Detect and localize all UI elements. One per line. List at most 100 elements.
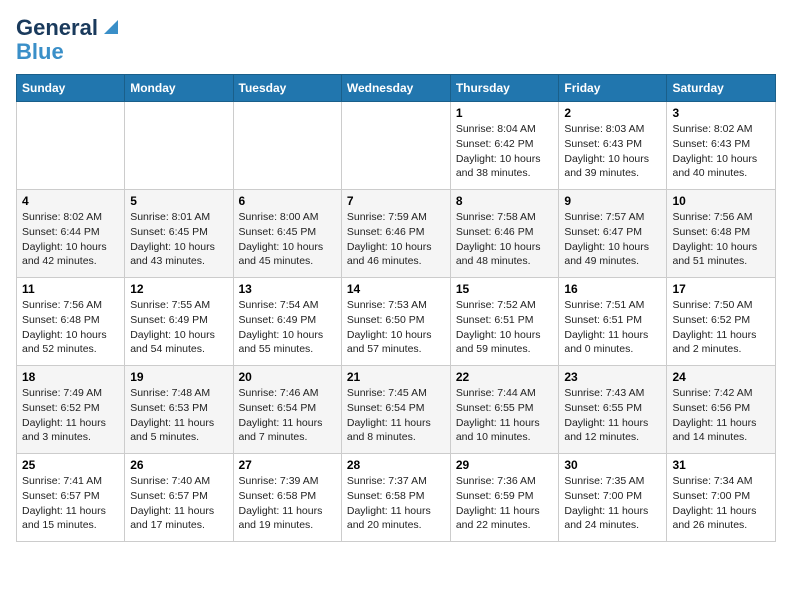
day-info: Sunrise: 7:42 AM Sunset: 6:56 PM Dayligh… [672, 386, 770, 445]
day-cell: 15Sunrise: 7:52 AM Sunset: 6:51 PM Dayli… [450, 278, 559, 366]
day-cell: 16 Sunrise: 7:51 AM Sunset: 6:51 PM Dayli… [559, 278, 667, 366]
day-cell: 19 Sunrise: 7:48 AM Sunset: 6:53 PM Dayli… [125, 366, 233, 454]
day-info: Sunrise: 7:45 AM Sunset: 6:54 PM Dayligh… [347, 386, 445, 445]
logo-text-general: General [16, 16, 98, 40]
day-number: 9 [564, 194, 661, 208]
day-cell [17, 102, 125, 190]
day-cell: 28 Sunrise: 7:37 AM Sunset: 6:58 PM Dayli… [341, 454, 450, 542]
day-info: Sunrise: 7:36 AM Sunset: 6:59 PM Dayligh… [456, 474, 554, 533]
day-cell: 17 Sunrise: 7:50 AM Sunset: 6:52 PM Dayli… [667, 278, 776, 366]
day-number: 18 [22, 370, 119, 384]
day-cell: 6 Sunrise: 8:00 AM Sunset: 6:45 PM Daylig… [233, 190, 341, 278]
day-info: Sunrise: 7:52 AM Sunset: 6:51 PM Dayligh… [456, 298, 554, 357]
day-cell: 13 Sunrise: 7:54 AM Sunset: 6:49 PM Dayli… [233, 278, 341, 366]
day-info: Sunrise: 7:39 AM Sunset: 6:58 PM Dayligh… [239, 474, 336, 533]
day-cell: 23 Sunrise: 7:43 AM Sunset: 6:55 PM Dayli… [559, 366, 667, 454]
day-cell [125, 102, 233, 190]
day-cell: 26 Sunrise: 7:40 AM Sunset: 6:57 PM Dayli… [125, 454, 233, 542]
day-header-wednesday: Wednesday [341, 75, 450, 102]
day-cell: 21 Sunrise: 7:45 AM Sunset: 6:54 PM Dayli… [341, 366, 450, 454]
day-info: Sunrise: 7:35 AM Sunset: 7:00 PM Dayligh… [564, 474, 661, 533]
days-header-row: SundayMondayTuesdayWednesdayThursdayFrid… [17, 75, 776, 102]
day-cell: 18 Sunrise: 7:49 AM Sunset: 6:52 PM Dayli… [17, 366, 125, 454]
day-info: Sunrise: 7:58 AM Sunset: 6:46 PM Dayligh… [456, 210, 554, 269]
day-info: Sunrise: 7:50 AM Sunset: 6:52 PM Dayligh… [672, 298, 770, 357]
day-number: 11 [22, 282, 119, 296]
day-number: 7 [347, 194, 445, 208]
day-info: Sunrise: 7:34 AM Sunset: 7:00 PM Dayligh… [672, 474, 770, 533]
day-number: 27 [239, 458, 336, 472]
day-number: 19 [130, 370, 227, 384]
day-number: 22 [456, 370, 554, 384]
day-number: 25 [22, 458, 119, 472]
day-cell: 1 Sunrise: 8:04 AM Sunset: 6:42 PM Daylig… [450, 102, 559, 190]
day-number: 31 [672, 458, 770, 472]
day-header-monday: Monday [125, 75, 233, 102]
day-info: Sunrise: 7:56 AM Sunset: 6:48 PM Dayligh… [672, 210, 770, 269]
day-number: 28 [347, 458, 445, 472]
day-cell [341, 102, 450, 190]
day-info: Sunrise: 8:02 AM Sunset: 6:44 PM Dayligh… [22, 210, 119, 269]
day-info: Sunrise: 8:04 AM Sunset: 6:42 PM Dayligh… [456, 122, 554, 181]
day-number: 20 [239, 370, 336, 384]
day-info: Sunrise: 7:59 AM Sunset: 6:46 PM Dayligh… [347, 210, 445, 269]
day-cell: 29Sunrise: 7:36 AM Sunset: 6:59 PM Dayli… [450, 454, 559, 542]
logo-icon [100, 18, 118, 36]
day-info: Sunrise: 7:40 AM Sunset: 6:57 PM Dayligh… [130, 474, 227, 533]
day-number: 10 [672, 194, 770, 208]
day-number: 8 [456, 194, 554, 208]
day-info: Sunrise: 7:49 AM Sunset: 6:52 PM Dayligh… [22, 386, 119, 445]
day-number: 30 [564, 458, 661, 472]
day-number: 1 [456, 106, 554, 120]
day-cell: 24 Sunrise: 7:42 AM Sunset: 6:56 PM Dayli… [667, 366, 776, 454]
day-number: 26 [130, 458, 227, 472]
day-number: 4 [22, 194, 119, 208]
day-number: 5 [130, 194, 227, 208]
week-row-5: 25 Sunrise: 7:41 AM Sunset: 6:57 PM Dayli… [17, 454, 776, 542]
logo-text-blue: Blue [16, 40, 64, 64]
day-number: 16 [564, 282, 661, 296]
day-info: Sunrise: 8:02 AM Sunset: 6:43 PM Dayligh… [672, 122, 770, 181]
day-info: Sunrise: 7:54 AM Sunset: 6:49 PM Dayligh… [239, 298, 336, 357]
day-header-saturday: Saturday [667, 75, 776, 102]
day-info: Sunrise: 7:46 AM Sunset: 6:54 PM Dayligh… [239, 386, 336, 445]
week-row-1: 1 Sunrise: 8:04 AM Sunset: 6:42 PM Daylig… [17, 102, 776, 190]
day-cell: 20 Sunrise: 7:46 AM Sunset: 6:54 PM Dayli… [233, 366, 341, 454]
day-cell: 25 Sunrise: 7:41 AM Sunset: 6:57 PM Dayli… [17, 454, 125, 542]
day-info: Sunrise: 8:03 AM Sunset: 6:43 PM Dayligh… [564, 122, 661, 181]
day-info: Sunrise: 8:00 AM Sunset: 6:45 PM Dayligh… [239, 210, 336, 269]
day-number: 24 [672, 370, 770, 384]
day-info: Sunrise: 7:41 AM Sunset: 6:57 PM Dayligh… [22, 474, 119, 533]
day-info: Sunrise: 7:57 AM Sunset: 6:47 PM Dayligh… [564, 210, 661, 269]
day-header-friday: Friday [559, 75, 667, 102]
day-number: 17 [672, 282, 770, 296]
day-number: 13 [239, 282, 336, 296]
day-cell: 30 Sunrise: 7:35 AM Sunset: 7:00 PM Dayli… [559, 454, 667, 542]
day-info: Sunrise: 7:48 AM Sunset: 6:53 PM Dayligh… [130, 386, 227, 445]
day-cell: 8 Sunrise: 7:58 AM Sunset: 6:46 PM Daylig… [450, 190, 559, 278]
week-row-2: 4 Sunrise: 8:02 AM Sunset: 6:44 PM Daylig… [17, 190, 776, 278]
day-number: 12 [130, 282, 227, 296]
day-number: 21 [347, 370, 445, 384]
day-cell: 10 Sunrise: 7:56 AM Sunset: 6:48 PM Dayli… [667, 190, 776, 278]
day-info: Sunrise: 7:43 AM Sunset: 6:55 PM Dayligh… [564, 386, 661, 445]
day-cell: 5Sunrise: 8:01 AM Sunset: 6:45 PM Daylig… [125, 190, 233, 278]
day-info: Sunrise: 7:37 AM Sunset: 6:58 PM Dayligh… [347, 474, 445, 533]
day-cell: 12 Sunrise: 7:55 AM Sunset: 6:49 PM Dayli… [125, 278, 233, 366]
day-info: Sunrise: 7:56 AM Sunset: 6:48 PM Dayligh… [22, 298, 119, 357]
day-info: Sunrise: 7:51 AM Sunset: 6:51 PM Dayligh… [564, 298, 661, 357]
calendar-table: SundayMondayTuesdayWednesdayThursdayFrid… [16, 74, 776, 542]
day-cell [233, 102, 341, 190]
day-header-tuesday: Tuesday [233, 75, 341, 102]
day-cell: 4 Sunrise: 8:02 AM Sunset: 6:44 PM Daylig… [17, 190, 125, 278]
day-info: Sunrise: 7:55 AM Sunset: 6:49 PM Dayligh… [130, 298, 227, 357]
day-number: 6 [239, 194, 336, 208]
day-cell: 2Sunrise: 8:03 AM Sunset: 6:43 PM Daylig… [559, 102, 667, 190]
day-number: 23 [564, 370, 661, 384]
day-cell: 9 Sunrise: 7:57 AM Sunset: 6:47 PM Daylig… [559, 190, 667, 278]
week-row-3: 11 Sunrise: 7:56 AM Sunset: 6:48 PM Dayli… [17, 278, 776, 366]
page-header: General Blue [16, 16, 776, 64]
day-cell: 14Sunrise: 7:53 AM Sunset: 6:50 PM Dayli… [341, 278, 450, 366]
week-row-4: 18 Sunrise: 7:49 AM Sunset: 6:52 PM Dayli… [17, 366, 776, 454]
day-cell: 31 Sunrise: 7:34 AM Sunset: 7:00 PM Dayli… [667, 454, 776, 542]
